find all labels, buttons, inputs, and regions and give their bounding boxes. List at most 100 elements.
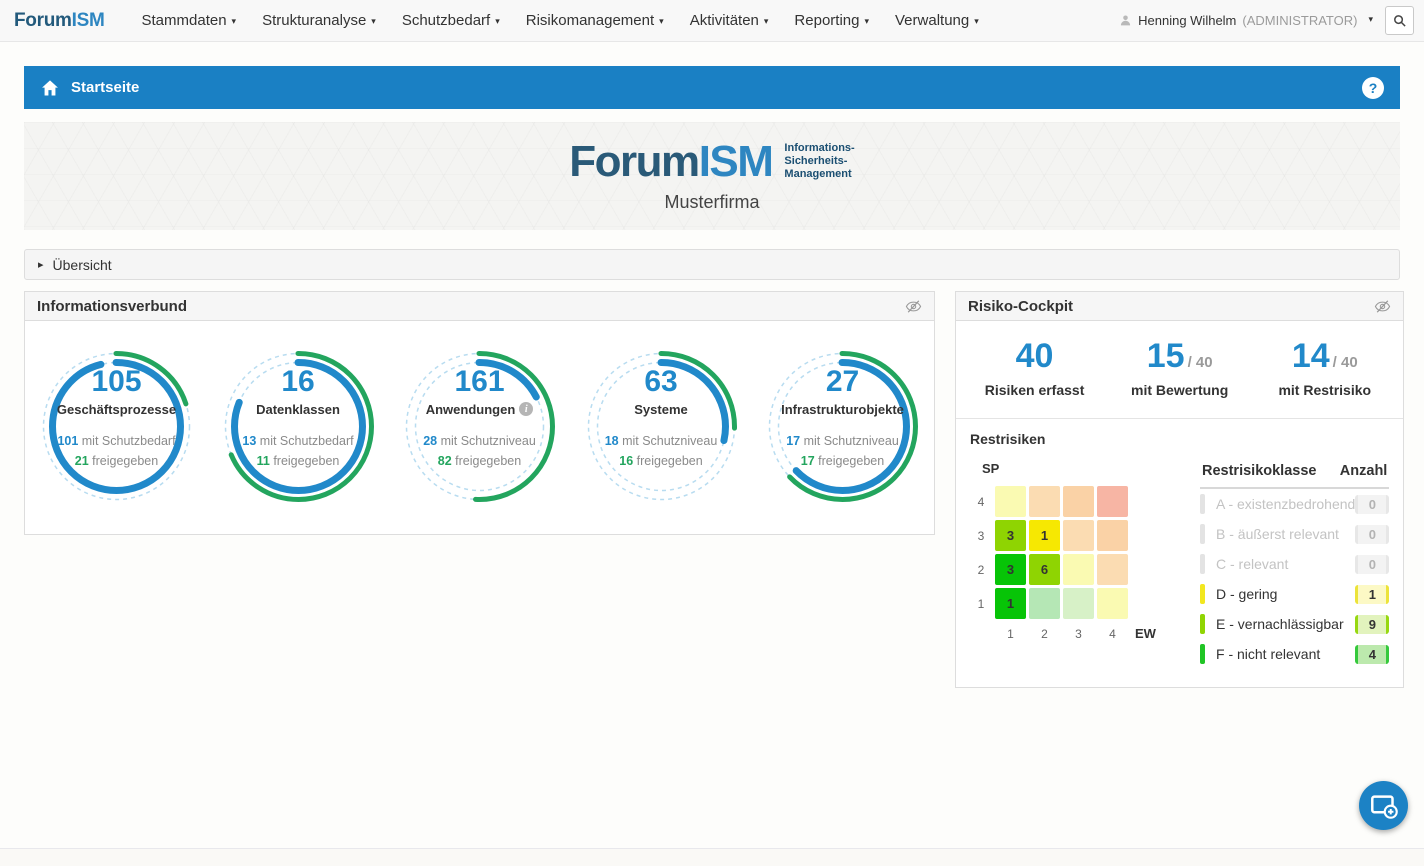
chevron-right-icon: ▸ [38,258,44,271]
footer-divider [0,848,1424,849]
banner-logo: ForumISM [569,140,772,184]
matrix-cell-sp2-ew4[interactable] [1097,554,1128,585]
risk-class-row-c[interactable]: C - relevant 0 [1200,549,1389,579]
matrix-cell-sp1-ew1[interactable]: 1 [995,588,1026,619]
stat-label: Risiken erfasst [962,382,1107,398]
tagline-line: Management [784,168,854,181]
nav-item-0[interactable]: Stammdaten▾ [142,12,237,29]
risk-class-row-a[interactable]: A - existenzbedrohend 0 [1200,489,1389,519]
nav-item-4[interactable]: Aktivitäten▾ [690,12,769,29]
matrix-cell-sp4-ew1[interactable] [995,486,1026,517]
donut-label: Datenklassen [256,402,340,417]
matrix-cell-sp1-ew4[interactable] [1097,588,1128,619]
risk-stat-2: 14/ 40 mit Restrisiko [1252,339,1397,398]
risk-class-row-d[interactable]: D - gering 1 [1200,579,1389,609]
stat-of-total: / 40 [1333,354,1358,371]
matrix-cell-sp3-ew3[interactable] [1063,520,1094,551]
matrix-cell-sp3-ew2[interactable]: 1 [1029,520,1060,551]
user-role: (ADMINISTRATOR) [1242,13,1357,28]
nav-item-3[interactable]: Risikomanagement▾ [526,12,664,29]
nav-right: Henning Wilhelm (ADMINISTRATOR) ▾ [1119,6,1414,35]
class-color-bar [1200,524,1205,544]
user-name: Henning Wilhelm [1138,13,1236,28]
app-logo[interactable]: ForumISM [14,10,105,32]
class-color-bar [1200,644,1205,664]
chevron-down-icon: ▾ [659,16,664,27]
info-panel-title: Informationsverbund [37,298,187,315]
class-color-bar [1200,584,1205,604]
matrix-cell-sp4-ew3[interactable] [1063,486,1094,517]
donut-total: 16 [281,367,314,397]
risk-class-row-f[interactable]: F - nicht relevant 4 [1200,639,1389,669]
class-color-bar [1200,554,1205,574]
donut-line1: 101 mit Schutzbedarf [57,431,175,451]
donut-chart-3[interactable]: 63 Systeme 18 mit Schutzniveau 16 freige… [580,345,743,508]
risk-class-row-b[interactable]: B - äußerst relevant 0 [1200,519,1389,549]
matrix-cell-sp2-ew3[interactable] [1063,554,1094,585]
matrix-col-label: 3 [1063,623,1094,641]
donut-row: 105 Geschäftsprozesse 101 mit Schutzbeda… [25,321,934,534]
risk-panel-title: Risiko-Cockpit [968,298,1073,315]
home-icon[interactable] [40,78,60,98]
matrix-title: Restrisiken [970,431,1389,447]
class-label: F - nicht relevant [1216,646,1355,662]
user-menu[interactable]: Henning Wilhelm (ADMINISTRATOR) ▾ [1119,13,1373,28]
hide-panel-button[interactable] [1374,298,1391,315]
search-icon [1392,13,1407,28]
matrix-row-label: 4 [970,495,992,509]
nav-item-5[interactable]: Reporting▾ [794,12,869,29]
nav-item-2[interactable]: Schutzbedarf▾ [402,12,500,29]
page-title-bar: Startseite ? [24,66,1400,109]
company-banner: ForumISM Informations- Sicherheits- Mana… [24,122,1400,230]
matrix-row-label: 3 [970,529,992,543]
matrix-cell-sp4-ew2[interactable] [1029,486,1060,517]
donut-chart-0[interactable]: 105 Geschäftsprozesse 101 mit Schutzbeda… [35,345,198,508]
help-glyph: ? [1369,80,1378,96]
matrix-col-label: 1 [995,623,1026,641]
matrix-y-axis-label: SP [982,461,1186,476]
banner-logo-accent: ISM [699,137,773,186]
donut-total: 161 [454,367,504,397]
donut-chart-2[interactable]: 161 Anwendungen i 28 mit Schutzniveau 82… [398,345,561,508]
matrix-cell-sp1-ew3[interactable] [1063,588,1094,619]
top-navbar: ForumISM Stammdaten▾ Strukturanalyse▾ Schu… [0,0,1424,42]
matrix-cell-sp3-ew1[interactable]: 3 [995,520,1026,551]
risk-class-table: Restrisikoklasse Anzahl A - existenzbedr… [1200,461,1389,669]
stat-value: 40 [1016,337,1054,375]
matrix-cell-sp2-ew2[interactable]: 6 [1029,554,1060,585]
matrix-cell-sp2-ew1[interactable]: 3 [995,554,1026,585]
info-icon[interactable]: i [519,402,533,416]
search-button[interactable] [1385,6,1414,35]
donut-label: Anwendungen i [426,402,534,417]
class-label: B - äußerst relevant [1216,526,1355,542]
chevron-down-icon: ▾ [232,16,237,27]
nav-item-1[interactable]: Strukturanalyse▾ [262,12,376,29]
donut-text: 16 Datenklassen 13 mit Schutzbedarf 11 f… [217,345,380,508]
matrix-grid: 4331236111234EW [970,486,1186,641]
matrix-cell-sp4-ew4[interactable] [1097,486,1128,517]
class-label: A - existenzbedrohend [1216,496,1355,512]
chevron-down-icon: ▾ [1368,14,1373,25]
nav-item-label: Reporting [794,12,859,29]
matrix-cell-sp1-ew2[interactable] [1029,588,1060,619]
nav-item-label: Verwaltung [895,12,969,29]
nav-menu: Stammdaten▾ Strukturanalyse▾ Schutzbedarf▾… [129,12,992,29]
hide-panel-button[interactable] [905,298,922,315]
help-button[interactable]: ? [1362,77,1384,99]
content-row: Informationsverbund 105 Geschäftsprozess… [24,291,1400,688]
footer-strip [0,849,1424,866]
risk-stat-1: 15/ 40 mit Bewertung [1107,339,1252,398]
add-item-fab[interactable] [1359,781,1408,830]
risk-class-row-e[interactable]: E - vernachlässigbar 9 [1200,609,1389,639]
donut-chart-4[interactable]: 27 Infrastrukturobjekte 17 mit Schutzniv… [761,345,924,508]
risk-lower: Restrisiken SP 4331236111234EW Restrisik… [956,419,1403,687]
matrix-cell-sp3-ew4[interactable] [1097,520,1128,551]
donut-text: 105 Geschäftsprozesse 101 mit Schutzbeda… [35,345,198,508]
app-logo-accent: ISM [72,10,105,31]
donut-line2: 11 freigegeben [257,451,340,471]
overview-toggle[interactable]: ▸ Übersicht [24,249,1400,280]
info-panel: Informationsverbund 105 Geschäftsprozess… [24,291,935,535]
nav-item-6[interactable]: Verwaltung▾ [895,12,979,29]
donut-label: Geschäftsprozesse [57,402,176,417]
donut-chart-1[interactable]: 16 Datenklassen 13 mit Schutzbedarf 11 f… [217,345,380,508]
